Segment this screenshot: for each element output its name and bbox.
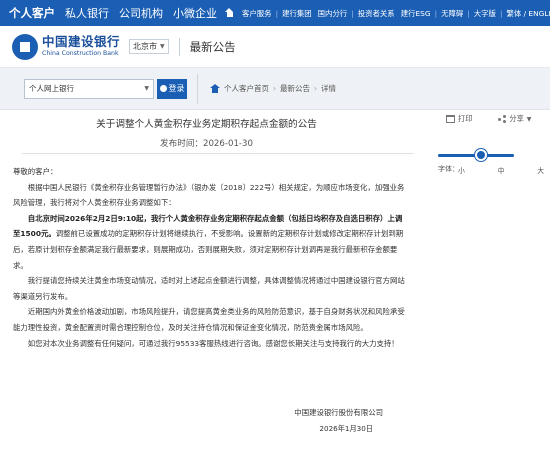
nav-small-business[interactable]: 小微企业 — [168, 5, 222, 21]
nav-personal[interactable]: 个人客户 — [4, 5, 60, 21]
chevron-down-icon: ▼ — [144, 85, 149, 92]
print-button[interactable]: 打印 — [446, 114, 472, 124]
print-label: 打印 — [458, 114, 473, 123]
site-header: 中国建设银行 China Construction Bank 北京市 ▼ 最新公… — [0, 26, 550, 68]
article-date: 发布时间：2026-01-30 — [160, 139, 253, 149]
link-customer-service[interactable]: 客户服务 — [239, 8, 275, 19]
chevron-down-icon: ▼ — [160, 43, 165, 50]
chevron-right-icon: › — [314, 84, 317, 93]
font-size-options: 小 中 大 — [458, 165, 544, 175]
greeting: 尊敬的客户： — [13, 167, 58, 176]
font-size-slider-handle[interactable] — [475, 149, 487, 161]
font-size-medium[interactable]: 中 — [498, 165, 505, 175]
paragraph: 自北京时间2026年2月2日9:10起，我行个人黄金积存业务定期积存起点金额（包… — [13, 211, 405, 273]
font-size-large[interactable]: 大 — [537, 165, 544, 175]
font-size-small[interactable]: 小 — [458, 165, 465, 175]
paragraph: 近期国内外黄金价格波动加剧，市场风险提升，请您提高黄金类业务的风险防范意识，基于… — [13, 307, 405, 332]
share-button[interactable]: 分享 ▼ — [498, 114, 531, 124]
logo[interactable]: 中国建设银行 China Construction Bank — [42, 36, 120, 57]
nav-private-banking[interactable]: 私人银行 — [60, 5, 114, 21]
user-icon — [159, 85, 167, 92]
top-nav-bar: 个人客户 私人银行 公司机构 小微企业 客户服务 | 建行集团 国内分行 | 投… — [0, 0, 550, 26]
signature-date: 2026年1月30日 — [319, 424, 373, 433]
login-button[interactable]: 登录 — [157, 78, 187, 99]
chevron-right-icon: › — [273, 84, 276, 93]
share-icon — [498, 115, 507, 123]
article-title: 关于调整个人黄金积存业务定期积存起点金额的公告 — [96, 119, 317, 130]
divider — [22, 153, 414, 154]
login-band: 个人网上银行 ▼ 登录 个人客户首页 › 最新公告 › 详情 — [0, 68, 550, 110]
paragraph: 如您对本次业务调整有任何疑问，可通过我行95533客服热线进行咨询。感谢您长期关… — [27, 338, 399, 348]
breadcrumb: 个人客户首页 › 最新公告 › 详情 — [210, 83, 336, 94]
share-label: 分享 — [509, 114, 524, 123]
login-button-label: 登录 — [168, 84, 185, 93]
paragraph-text: 调整前已设置成功的定期积存计划将继续执行，不受影响。设置新的定期积存计划或修改定… — [13, 229, 404, 270]
link-language[interactable]: 繁体 / ENGLISH — [503, 8, 550, 19]
page-title: 最新公告 — [189, 39, 236, 54]
paragraph: 我行提请您持续关注黄金市场变动情况，适时对上述起点金额进行调整，具体调整情况将通… — [13, 276, 405, 301]
login-type-value: 个人网上银行 — [29, 84, 74, 93]
home-icon[interactable] — [210, 84, 220, 93]
breadcrumb-home[interactable]: 个人客户首页 — [224, 83, 269, 94]
link-large-font[interactable]: 大字版 — [471, 8, 499, 19]
article-body: 尊敬的客户： 根据中国人民银行《黄金积存业务管理暂行办法》（银办发〔2018〕2… — [13, 164, 405, 351]
login-type-select[interactable]: 个人网上银行 ▼ — [24, 78, 154, 99]
chevron-down-icon: ▼ — [526, 115, 532, 123]
font-size-label: 字体： — [438, 165, 459, 173]
ccb-logo-icon[interactable] — [12, 33, 38, 60]
paragraph: 根据中国人民银行《黄金积存业务管理暂行办法》（银办发〔2018〕222号）相关规… — [13, 182, 405, 208]
nav-corporate[interactable]: 公司机构 — [114, 5, 168, 21]
region-select[interactable]: 北京市 ▼ — [129, 39, 169, 54]
breadcrumb-announcements[interactable]: 最新公告 — [280, 83, 310, 94]
divider — [178, 37, 180, 56]
divider — [197, 73, 198, 104]
printer-icon — [446, 115, 455, 123]
link-domestic-branches[interactable]: 国内分行 — [315, 8, 351, 19]
link-accessibility[interactable]: 无障碍 — [438, 8, 466, 19]
link-esg[interactable]: 建行ESG — [398, 8, 434, 19]
article-tools: 打印 分享 ▼ 字体： 小 中 大 — [438, 114, 548, 175]
link-ccb-group[interactable]: 建行集团 — [279, 8, 315, 19]
breadcrumb-detail: 详情 — [321, 84, 336, 93]
home-icon — [222, 8, 239, 18]
region-value: 北京市 — [133, 42, 158, 51]
link-investor-relations[interactable]: 投资者关系 — [355, 8, 398, 19]
logo-cn: 中国建设银行 — [42, 34, 121, 50]
signature: 中国建设银行股份有限公司 — [294, 408, 383, 417]
logo-en: China Construction Bank — [42, 49, 119, 57]
